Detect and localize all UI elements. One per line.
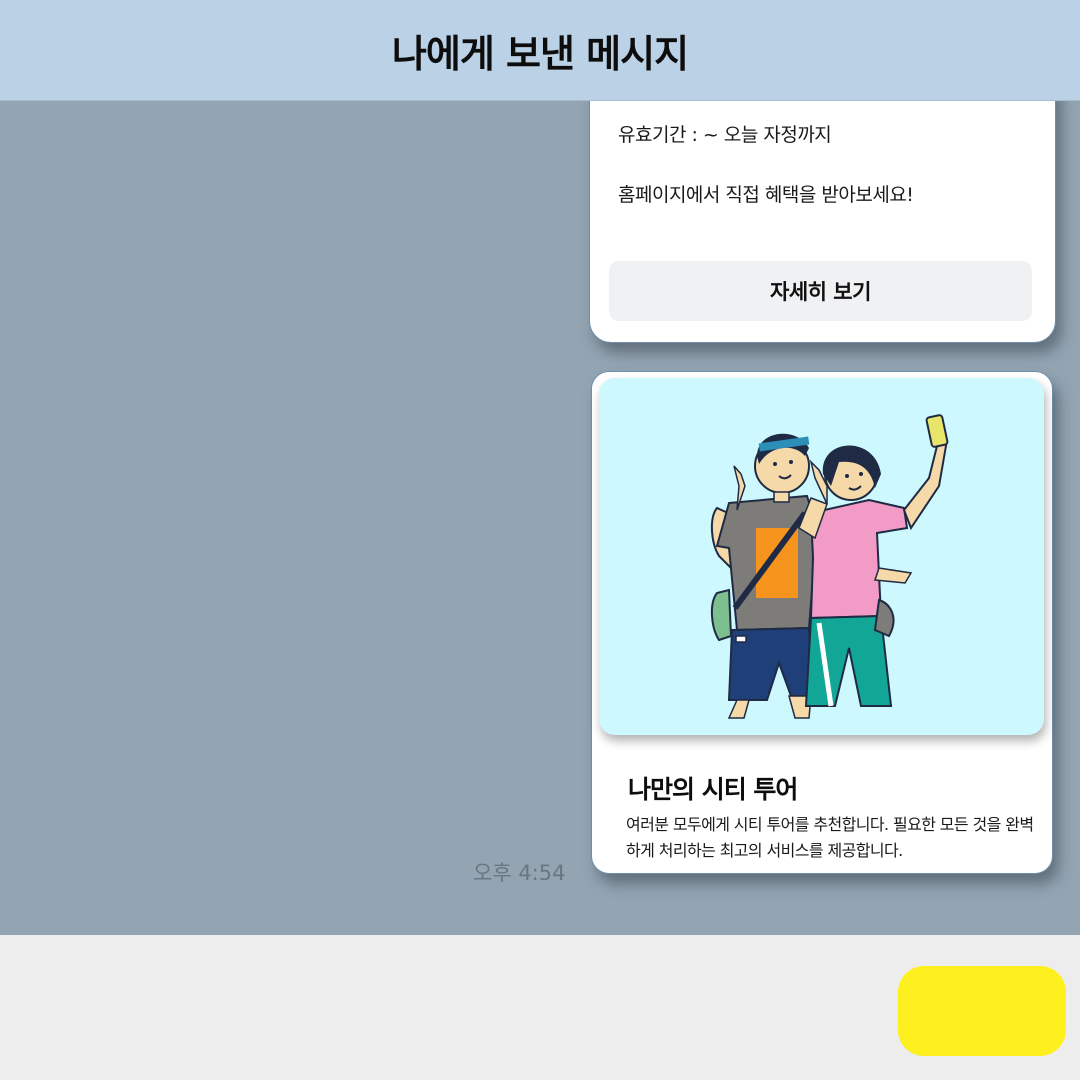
coupon-body-text: 홈페이지에서 직접 혜택을 받아보세요! xyxy=(618,184,914,206)
chat-area[interactable]: 유효기간 : ~ 오늘 자정까지 홈페이지에서 직접 혜택을 받아보세요! 자세… xyxy=(0,101,1080,935)
page-title: 나에게 보낸 메시지 xyxy=(391,31,689,76)
coupon-message-card: 유효기간 : ~ 오늘 자정까지 홈페이지에서 직접 혜택을 받아보세요! 자세… xyxy=(589,101,1056,343)
tour-card-title: 나만의 시티 투어 xyxy=(628,775,798,804)
selfie-couple-icon xyxy=(711,414,949,719)
view-details-button[interactable]: 자세히 보기 xyxy=(609,261,1032,321)
message-timestamp: 오후 4:54 xyxy=(473,861,566,885)
send-button[interactable] xyxy=(898,966,1066,1056)
tour-card-description: 여러분 모두에게 시티 투어를 추천합니다. 필요한 모든 것을 완벽하게 처리… xyxy=(626,815,1034,860)
input-bar xyxy=(0,935,1080,1080)
validity-text: 유효기간 : ~ 오늘 자정까지 xyxy=(618,124,832,146)
selfie-illustration xyxy=(599,378,1044,735)
tour-message-card[interactable]: 나만의 시티 투어 여러분 모두에게 시티 투어를 추천합니다. 필요한 모든 … xyxy=(591,371,1053,874)
header-bar: 나에게 보낸 메시지 xyxy=(0,0,1080,101)
